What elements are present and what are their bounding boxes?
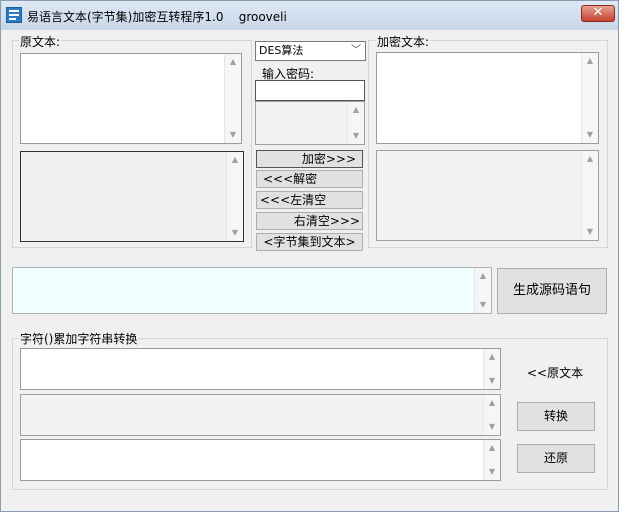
original-text-input[interactable]: ▲ ▼ — [20, 53, 242, 144]
scroll-up-icon[interactable]: ▲ — [582, 154, 598, 164]
key-info-box[interactable]: ▲ ▼ — [255, 101, 365, 145]
vertical-scrollbar[interactable]: ▲ ▼ — [581, 151, 598, 240]
app-icon — [6, 7, 22, 23]
char-restore-text[interactable]: ▲ ▼ — [20, 439, 501, 481]
encrypted-text-label: 加密文本: — [376, 33, 431, 50]
convert-button-label: 转换 — [543, 409, 568, 423]
encrypt-button-label: 加密>>> — [301, 152, 356, 166]
title-bar[interactable]: 易语言文本(字节集)加密互转程序1.0 grooveli ✕ — [1, 1, 618, 30]
clear-right-button-label: 右清空>>> — [293, 214, 360, 228]
client-area: 原文本: ▲ ▼ ▲ ▼ DES算法 ﹀ 输入密码: ▲ ▼ 加密>>> <<<解密 … — [1, 30, 618, 511]
scroll-down-icon[interactable]: ▼ — [484, 376, 500, 386]
vertical-scrollbar[interactable]: ▲ ▼ — [347, 102, 364, 144]
original-text-label: 原文本: — [19, 33, 62, 50]
bytes-to-text-button-label: <字节集到文本> — [263, 235, 356, 249]
encrypted-bytes-output[interactable]: ▲ ▼ — [376, 150, 599, 241]
app-window: 易语言文本(字节集)加密互转程序1.0 grooveli ✕ 原文本: ▲ ▼ ▲… — [0, 0, 619, 512]
convert-button[interactable]: 转换 — [517, 402, 595, 431]
encrypted-text-input[interactable]: ▲ ▼ — [376, 52, 599, 144]
vertical-scrollbar[interactable]: ▲ ▼ — [581, 53, 598, 143]
scroll-up-icon[interactable]: ▲ — [484, 352, 500, 362]
scroll-down-icon[interactable]: ▼ — [582, 227, 598, 237]
original-text-link[interactable]: <<原文本 — [527, 364, 583, 381]
close-button[interactable]: ✕ — [581, 5, 615, 22]
algorithm-selected-value: DES算法 — [259, 44, 304, 57]
decrypt-button[interactable]: <<<解密 — [256, 170, 363, 188]
chevron-down-icon[interactable]: ﹀ — [351, 42, 363, 59]
bytes-to-text-button[interactable]: <字节集到文本> — [256, 233, 363, 251]
scroll-down-icon[interactable]: ▼ — [475, 300, 491, 310]
algorithm-select[interactable]: DES算法 ﹀ — [255, 41, 366, 61]
clear-left-button-label: <<<左清空 — [260, 193, 327, 207]
window-title: 易语言文本(字节集)加密互转程序1.0 grooveli — [27, 10, 287, 24]
scroll-up-icon[interactable]: ▲ — [348, 105, 364, 115]
scroll-up-icon[interactable]: ▲ — [484, 443, 500, 453]
char-input-text[interactable]: ▲ ▼ — [20, 348, 501, 390]
scroll-down-icon[interactable]: ▼ — [484, 422, 500, 432]
vertical-scrollbar[interactable]: ▲ ▼ — [483, 440, 500, 480]
restore-button-label: 还原 — [543, 451, 568, 465]
char-output-text[interactable]: ▲ ▼ — [20, 394, 501, 436]
vertical-scrollbar[interactable]: ▲ ▼ — [224, 54, 241, 143]
vertical-scrollbar[interactable]: ▲ ▼ — [483, 395, 500, 435]
decrypt-button-label: <<<解密 — [263, 172, 318, 186]
clear-right-button[interactable]: 右清空>>> — [256, 212, 363, 230]
scroll-down-icon[interactable]: ▼ — [348, 131, 364, 141]
scroll-up-icon[interactable]: ▲ — [225, 57, 241, 67]
scroll-down-icon[interactable]: ▼ — [582, 130, 598, 140]
scroll-up-icon[interactable]: ▲ — [484, 398, 500, 408]
restore-button[interactable]: 还原 — [517, 444, 595, 473]
scroll-up-icon[interactable]: ▲ — [582, 56, 598, 66]
source-code-output[interactable]: ▲ ▼ — [12, 267, 492, 314]
vertical-scrollbar[interactable]: ▲ ▼ — [226, 152, 243, 241]
char-convert-label: 字符()累加字符串转换 — [19, 330, 139, 347]
encrypt-button[interactable]: 加密>>> — [256, 150, 363, 168]
original-bytes-output[interactable]: ▲ ▼ — [20, 151, 244, 242]
vertical-scrollbar[interactable]: ▲ ▼ — [474, 268, 491, 313]
scroll-down-icon[interactable]: ▼ — [227, 228, 243, 238]
scroll-up-icon[interactable]: ▲ — [475, 271, 491, 281]
generate-source-button-label: 生成源码语句 — [512, 283, 591, 298]
vertical-scrollbar[interactable]: ▲ ▼ — [483, 349, 500, 389]
scroll-down-icon[interactable]: ▼ — [225, 130, 241, 140]
password-input[interactable] — [255, 80, 365, 101]
generate-source-button[interactable]: 生成源码语句 — [497, 268, 607, 314]
clear-left-button[interactable]: <<<左清空 — [256, 191, 363, 209]
scroll-down-icon[interactable]: ▼ — [484, 467, 500, 477]
scroll-up-icon[interactable]: ▲ — [227, 155, 243, 165]
